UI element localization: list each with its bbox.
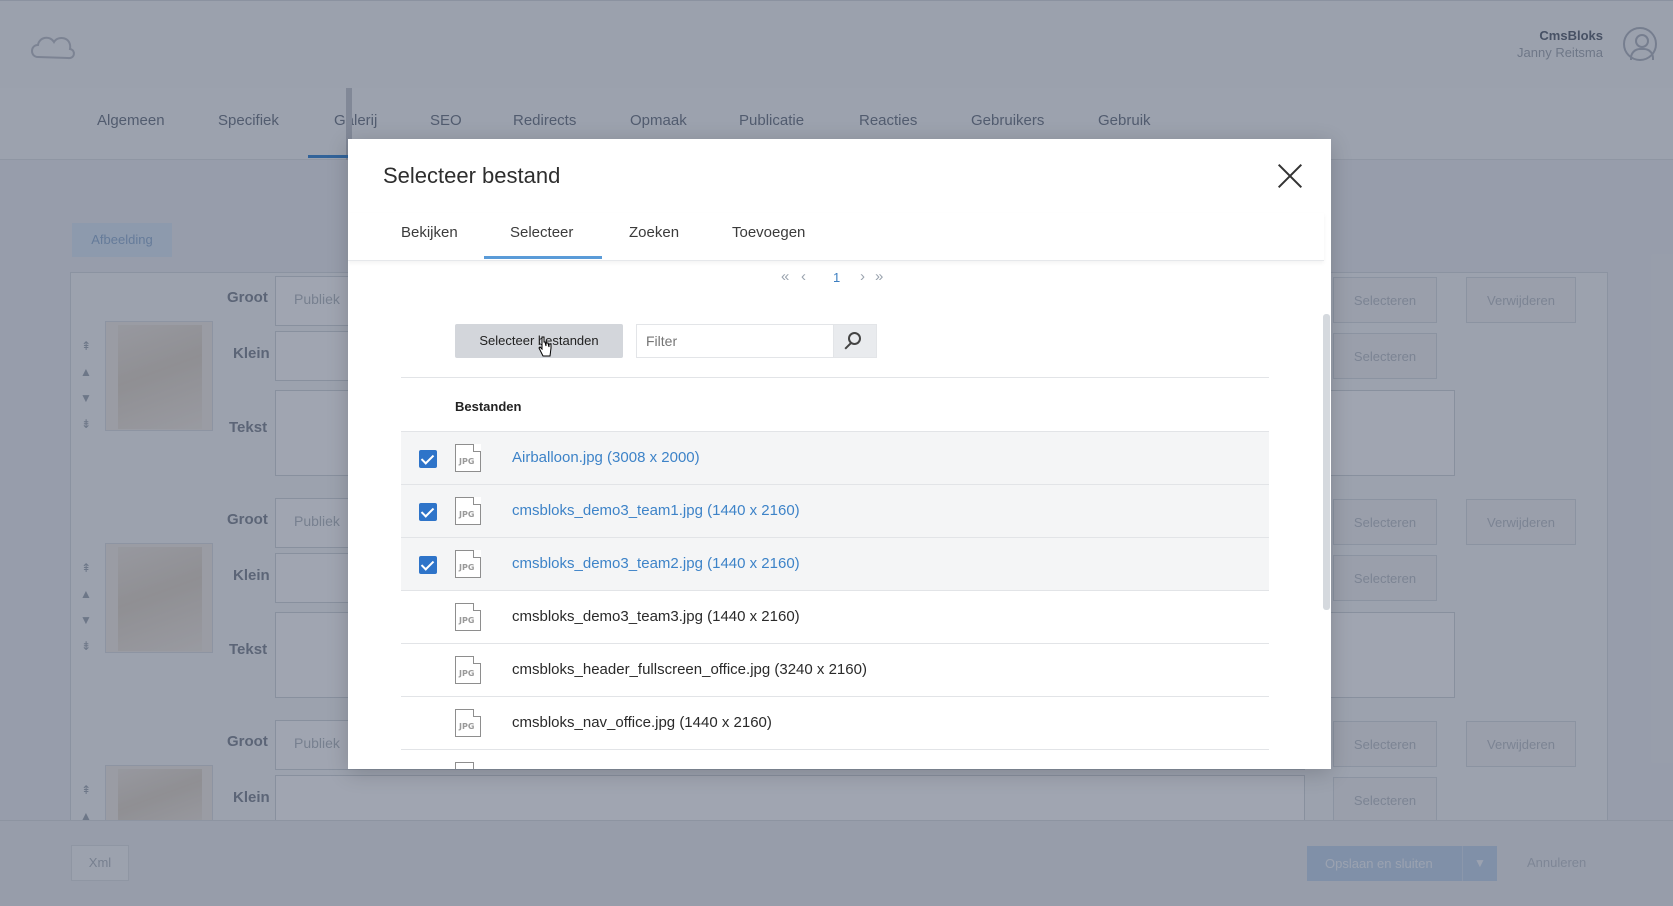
tab-selecteer[interactable]: Selecteer bbox=[510, 224, 573, 241]
first-page-icon[interactable]: « bbox=[781, 268, 789, 285]
tab-toevoegen[interactable]: Toevoegen bbox=[732, 224, 805, 241]
file-type-label: JPG bbox=[459, 510, 475, 519]
next-page-icon[interactable]: › bbox=[860, 268, 865, 285]
file-row[interactable]: JPG Airballoon.jpg (3008 x 2000) bbox=[401, 431, 1269, 484]
file-checkbox[interactable] bbox=[419, 662, 437, 680]
file-type-label: JPG bbox=[459, 616, 475, 625]
filter-input[interactable] bbox=[636, 324, 833, 358]
current-page[interactable]: 1 bbox=[833, 270, 840, 285]
jpg-file-icon: JPG bbox=[455, 709, 481, 737]
file-name[interactable]: Airballoon.jpg (3008 x 2000) bbox=[512, 449, 700, 466]
mouse-cursor-icon bbox=[538, 336, 552, 357]
table-divider bbox=[401, 377, 1269, 378]
file-name[interactable]: cmsbloks_demo3_team3.jpg (1440 x 2160) bbox=[512, 608, 800, 625]
file-checkbox[interactable] bbox=[419, 715, 437, 733]
file-type-label: JPG bbox=[459, 563, 475, 572]
file-row[interactable]: JPG cmsbloks_demo3_team2.jpg (1440 x 216… bbox=[401, 537, 1269, 590]
file-name[interactable]: cmsbloks_header_fullscreen_office.jpg (3… bbox=[512, 661, 867, 678]
dialog-title: Selecteer bestand bbox=[383, 163, 561, 188]
active-tab-underline bbox=[484, 256, 602, 259]
jpg-file-icon: JPG bbox=[455, 603, 481, 631]
file-row[interactable] bbox=[401, 749, 1269, 769]
file-row[interactable]: JPG cmsbloks_demo3_team1.jpg (1440 x 216… bbox=[401, 484, 1269, 537]
column-header-files: Bestanden bbox=[455, 399, 522, 414]
tab-bekijken[interactable]: Bekijken bbox=[401, 224, 458, 241]
file-name[interactable]: cmsbloks_demo3_team2.jpg (1440 x 2160) bbox=[512, 555, 800, 572]
close-icon[interactable] bbox=[1277, 163, 1303, 189]
file-type-label: JPG bbox=[459, 457, 475, 466]
file-name[interactable]: cmsbloks_demo3_team1.jpg (1440 x 2160) bbox=[512, 502, 800, 519]
select-file-dialog: Selecteer bestand Bekijken Selecteer Zoe… bbox=[348, 139, 1331, 769]
tab-zoeken[interactable]: Zoeken bbox=[629, 224, 679, 241]
search-button[interactable] bbox=[833, 324, 877, 358]
file-checkbox[interactable] bbox=[419, 450, 437, 468]
prev-page-icon[interactable]: ‹ bbox=[801, 268, 806, 285]
search-icon bbox=[848, 332, 861, 345]
dialog-tabs: Bekijken Selecteer Zoeken Toevoegen bbox=[348, 213, 1324, 261]
last-page-icon[interactable]: » bbox=[875, 268, 883, 285]
file-checkbox[interactable] bbox=[419, 556, 437, 574]
file-row[interactable]: JPG cmsbloks_nav_office.jpg (1440 x 2160… bbox=[401, 696, 1269, 749]
jpg-file-icon: JPG bbox=[455, 497, 481, 525]
jpg-file-icon: JPG bbox=[455, 656, 481, 684]
jpg-file-icon: JPG bbox=[455, 550, 481, 578]
file-checkbox[interactable] bbox=[419, 503, 437, 521]
file-checkbox[interactable] bbox=[419, 609, 437, 627]
dialog-scrollbar[interactable] bbox=[1323, 314, 1330, 610]
jpg-file-icon: JPG bbox=[455, 444, 481, 472]
file-type-label: JPG bbox=[459, 669, 475, 678]
file-name[interactable]: cmsbloks_nav_office.jpg (1440 x 2160) bbox=[512, 714, 772, 731]
file-row[interactable]: JPG cmsbloks_demo3_team3.jpg (1440 x 216… bbox=[401, 590, 1269, 643]
pagination: « ‹ 1 › » bbox=[348, 263, 1324, 293]
file-type-label: JPG bbox=[459, 722, 475, 731]
jpg-file-icon bbox=[455, 762, 481, 769]
file-row[interactable]: JPG cmsbloks_header_fullscreen_office.jp… bbox=[401, 643, 1269, 696]
